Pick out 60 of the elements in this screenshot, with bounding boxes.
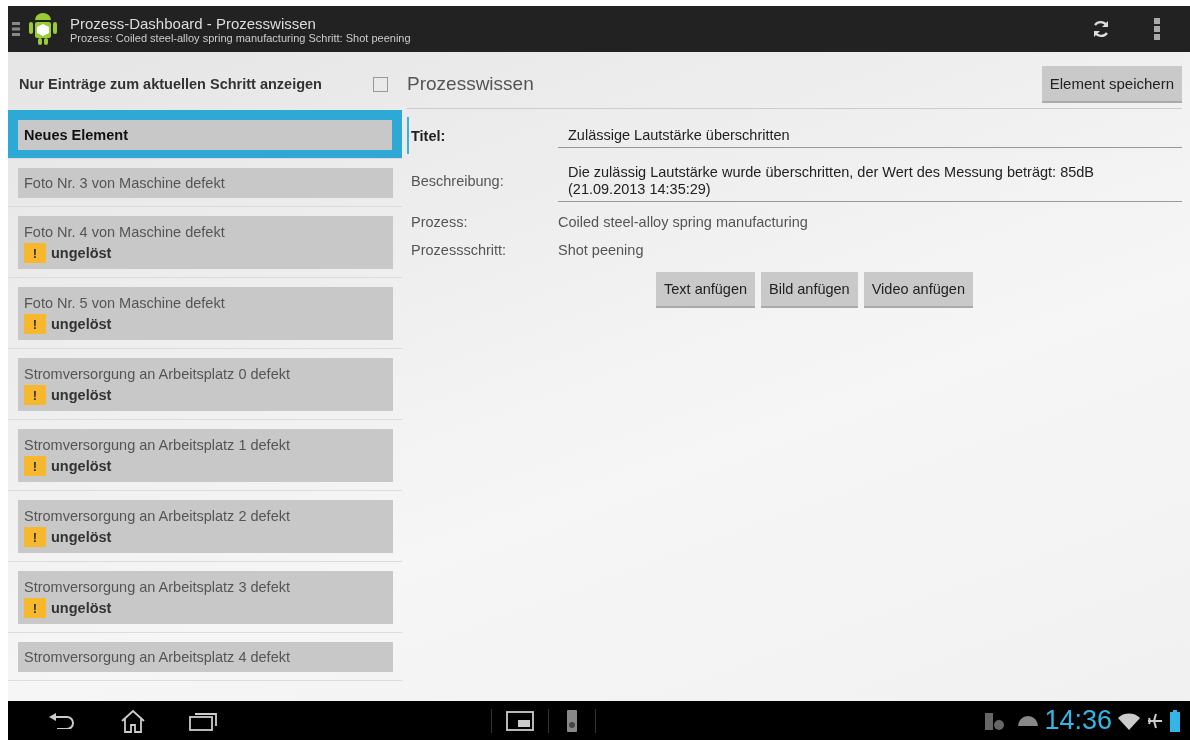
list-item[interactable]: Foto Nr. 5 von Maschine defekt ! ungelöst [18,287,393,340]
list-item[interactable]: Stromversorgung an Arbeitsplatz 1 defekt ! ungelöst [18,429,393,482]
item-title: Foto Nr. 3 von Maschine defekt [24,175,226,191]
warning-badge: ! [24,385,46,405]
home-icon[interactable] [120,708,146,733]
app-title: Prozess-Dashboard - Prozesswissen [70,14,317,32]
warning-badge: ! [24,314,46,334]
item-status: ungelöst [51,600,112,616]
item-title: Foto Nr. 4 von Maschine defekt [24,224,226,240]
item-status: ungelöst [51,316,112,332]
field-label: Titel: [411,127,447,144]
text-field[interactable]: Die zulässig Lautstärke wurde überschritten, der Wert des Messung beträgt: 85dB (21.09.2013 14:35:29) [558,160,1182,202]
panel-heading: Prozesswissen [407,73,534,95]
item-status: ungelöst [51,458,112,474]
attach-button[interactable]: Video anfügen [863,272,973,308]
list-item[interactable]: Neues Element [8,110,402,158]
warning-badge: ! [24,598,46,618]
app-subtitle: Prozess: Coiled steel-alloy spring manufacturing Schritt: Shot peening [70,31,412,44]
overflow-menu-icon[interactable] [1154,18,1160,40]
list-item[interactable]: Stromversorgung an Arbeitsplatz 3 defekt ! ungelöst [18,571,393,624]
item-status: ungelöst [51,529,112,545]
field-value: Shot peening [558,242,645,258]
text-field[interactable]: Zulässige Lautstärke überschritten [558,123,1182,148]
battery-icon [1170,709,1180,732]
clock-time: 14:36 [1044,705,1112,736]
item-title: Stromversorgung an Arbeitsplatz 3 defekt [24,579,291,595]
field-label: Prozess: [411,214,469,230]
warning-badge: ! [24,527,46,547]
item-title: Stromversorgung an Arbeitsplatz 4 defekt [24,649,291,665]
android-app-icon [26,10,60,48]
list-item[interactable]: Stromversorgung an Arbeitsplatz 4 defekt [18,642,393,672]
item-title: Stromversorgung an Arbeitsplatz 1 defekt [24,437,291,453]
field-label: Prozessschritt: [411,242,508,258]
field-value: Coiled steel-alloy spring manufacturing [558,214,809,230]
refresh-icon[interactable] [1091,19,1111,39]
filter-label: Nur Einträge zum aktuellen Schritt anzeigen [19,76,322,92]
filter-checkbox[interactable] [373,76,388,92]
airplane-icon [1146,711,1164,730]
menu-icon[interactable] [12,22,20,36]
item-title: Stromversorgung an Arbeitsplatz 0 defekt [24,366,291,382]
recent-apps-icon[interactable] [189,710,217,731]
media-player-icon[interactable] [567,709,578,732]
list-item[interactable]: Stromversorgung an Arbeitsplatz 2 defekt ! ungelöst [18,500,393,553]
field-label: Beschreibung: [411,173,505,189]
item-status: ungelöst [51,245,112,261]
attach-button[interactable]: Bild anfügen [761,272,858,308]
attach-button[interactable]: Text anfügen [656,272,756,308]
warning-badge: ! [24,243,46,263]
back-icon[interactable] [49,712,77,729]
item-title: Stromversorgung an Arbeitsplatz 2 defekt [24,508,291,524]
list-item[interactable]: Foto Nr. 3 von Maschine defekt [18,168,393,198]
window-icon[interactable] [506,710,535,731]
list-item[interactable]: Foto Nr. 4 von Maschine defekt ! ungelöst [18,216,393,269]
warning-badge: ! [24,456,46,476]
item-status: ungelöst [51,387,112,403]
save-button[interactable]: Element speichern [1041,65,1182,103]
item-title: Neues Element [24,127,129,143]
item-title: Foto Nr. 5 von Maschine defekt [24,295,226,311]
wifi-icon [1118,711,1140,730]
list-item[interactable]: Stromversorgung an Arbeitsplatz 0 defekt ! ungelöst [18,358,393,411]
